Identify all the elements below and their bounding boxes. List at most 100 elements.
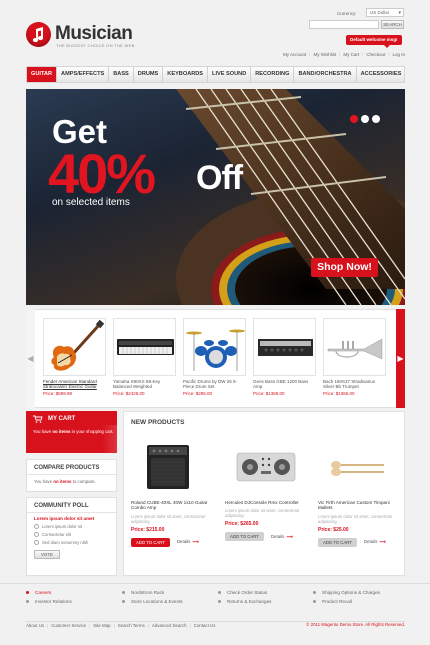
nav-item-drums[interactable]: DRUMS bbox=[134, 67, 164, 82]
logo-name[interactable]: Musician bbox=[55, 23, 133, 45]
footer-link-careers[interactable]: Careers bbox=[26, 588, 72, 597]
footer-link-returns-exchanges[interactable]: Returns & Exchanges bbox=[218, 597, 271, 606]
add-to-cart-button[interactable]: ADD TO CART bbox=[318, 537, 357, 547]
poll-option[interactable]: Lorem ipsum dolor sit bbox=[34, 524, 109, 529]
details-link[interactable]: Details ⟶ bbox=[271, 534, 293, 540]
logo-icon[interactable] bbox=[26, 22, 51, 47]
footer-link-store-locations[interactable]: Store Locations & Events bbox=[122, 597, 183, 606]
top-links: My Account | My Wishlist | My Cart | Checko… bbox=[250, 52, 405, 57]
shop-now-button[interactable]: Shop Now! bbox=[311, 258, 378, 277]
copyright: © 2011 Magento Demo Store. All Rights Re… bbox=[306, 622, 405, 627]
footer-link-check-order-status[interactable]: Check Order Status bbox=[218, 588, 271, 597]
my-wishlist-link[interactable]: My Wishlist bbox=[313, 52, 336, 57]
compare-text-part: to compare. bbox=[71, 479, 96, 484]
my-cart-body: You have no items in your shopping cart. bbox=[26, 425, 117, 453]
compare-text-bold: no items bbox=[53, 479, 72, 484]
add-to-cart-button[interactable]: ADD TO CART bbox=[225, 532, 264, 542]
arrow-right-icon: ⟶ bbox=[379, 539, 386, 545]
footer-link-shipping-options[interactable]: Shipping Options & Charges bbox=[313, 588, 380, 597]
poll-option[interactable]: Sed diam nonummy nibh bbox=[34, 540, 109, 545]
nav-item-bass[interactable]: BASS bbox=[109, 67, 134, 82]
radio-icon[interactable] bbox=[34, 532, 39, 537]
footer-link-nordstrom-rack[interactable]: Nordstrom Rack bbox=[122, 588, 183, 597]
carousel-item[interactable]: Bach 180S37 Stradivarius Silver Bb Trump… bbox=[323, 318, 386, 396]
checkout-link[interactable]: Checkout bbox=[366, 52, 385, 57]
currency-select[interactable]: US Dollar bbox=[366, 8, 404, 17]
radio-icon[interactable] bbox=[34, 524, 39, 529]
details-label: Details bbox=[363, 539, 378, 545]
nav-item-band-orchestra[interactable]: BAND/ORCHESTRA bbox=[294, 67, 357, 82]
add-to-cart-button[interactable]: ADD TO CART bbox=[131, 537, 170, 547]
bass-amp-icon[interactable] bbox=[253, 318, 316, 376]
nav-item-guitar[interactable]: GUITAR bbox=[27, 67, 58, 82]
footer-col-2: Nordstrom Rack Store Locations & Events bbox=[122, 588, 183, 606]
nav-item-recording[interactable]: RECORDING bbox=[251, 67, 295, 82]
nav-item-live-sound[interactable]: LIVE SOUND bbox=[208, 67, 252, 82]
cart-text-bold: no items bbox=[52, 429, 71, 434]
product-name[interactable]: Roland CUBE-40XL 40W 1x10 Guitar Combo A… bbox=[131, 500, 214, 511]
footer-link-investor-relations[interactable]: Investor Relations bbox=[26, 597, 72, 606]
carousel-item-price: Price: $295.00 bbox=[183, 391, 213, 397]
slide-dot-3[interactable] bbox=[372, 115, 380, 123]
compare-text-part: You have bbox=[34, 479, 54, 484]
product-name[interactable]: Hercules DJConsole Rmx Controller bbox=[225, 500, 308, 505]
product-card[interactable]: Vic Firth American Custom Timpani Mallet… bbox=[318, 435, 401, 547]
vote-button[interactable]: VOTE bbox=[34, 550, 60, 559]
carousel-item[interactable]: Gens Bass GBE 1200 Bass Amp Price: $1365… bbox=[253, 318, 316, 396]
details-link[interactable]: Details ⟶ bbox=[177, 539, 199, 545]
log-in-link[interactable]: Log In bbox=[392, 52, 405, 57]
footer-link-product-recall[interactable]: Product Recall bbox=[313, 597, 380, 606]
poll-option-label: Consectetur elit bbox=[42, 532, 72, 537]
product-actions: ADD TO CART Details ⟶ bbox=[225, 532, 308, 542]
my-cart-link[interactable]: My Cart bbox=[343, 52, 359, 57]
slide-dot-2[interactable] bbox=[361, 115, 369, 123]
footer-link-contact-us[interactable]: Contact Us bbox=[194, 623, 216, 628]
slide-dot-1[interactable] bbox=[350, 115, 358, 123]
search-button[interactable]: SEARCH bbox=[381, 20, 404, 29]
carousel-item-name[interactable]: Gens Bass GBE 1200 Bass Amp bbox=[253, 379, 316, 389]
carousel-prev-icon[interactable]: ◀ bbox=[26, 309, 35, 408]
search-input[interactable] bbox=[309, 20, 379, 29]
my-cart-header[interactable]: MY CART bbox=[26, 411, 117, 426]
details-link[interactable]: Details ⟶ bbox=[364, 539, 386, 545]
carousel-item[interactable]: Fender American Standard Stratocaster El… bbox=[43, 318, 106, 396]
carousel-item[interactable]: Pacific Drums by DW 25 5-Piece Drum Set … bbox=[183, 318, 246, 396]
carousel-item-name[interactable]: Fender American Standard Stratocaster El… bbox=[43, 379, 106, 389]
product-card[interactable]: Hercules DJConsole Rmx Controller Lorem … bbox=[225, 435, 308, 542]
dj-console-icon[interactable] bbox=[225, 435, 308, 495]
guitar-amp-icon[interactable] bbox=[131, 435, 214, 495]
nav-item-keyboards[interactable]: KEYBOARDS bbox=[163, 67, 209, 82]
carousel-item[interactable]: Yamaha S90XS 88-Key Balanced Weighted Pr… bbox=[113, 318, 176, 396]
footer-link-advanced-search[interactable]: Advanced Search bbox=[152, 623, 187, 628]
drum-set-icon[interactable] bbox=[183, 318, 246, 376]
nav-item-amps-effects[interactable]: AMPS/EFFECTS bbox=[57, 67, 110, 82]
carousel-next-icon[interactable]: ▶ bbox=[396, 309, 405, 408]
guitar-icon[interactable] bbox=[43, 318, 106, 376]
currency-label: Currency: bbox=[337, 11, 357, 16]
carousel-item-name[interactable]: Pacific Drums by DW 25 5-Piece Drum Set bbox=[183, 379, 246, 389]
radio-icon[interactable] bbox=[34, 540, 39, 545]
trumpet-icon[interactable] bbox=[323, 318, 386, 376]
carousel-item-price: Price: $2425.00 bbox=[113, 391, 145, 397]
product-name[interactable]: Vic Firth American Custom Timpani Mallet… bbox=[318, 500, 401, 511]
link-separator: | bbox=[388, 52, 390, 57]
mallets-icon[interactable] bbox=[318, 435, 401, 495]
footer-link-site-map[interactable]: Site Map bbox=[93, 623, 110, 628]
banner-subtitle: on selected items bbox=[52, 197, 130, 208]
carousel-item-name[interactable]: Bach 180S37 Stradivarius Silver Bb Trump… bbox=[323, 379, 386, 389]
hero-banner[interactable]: Get 40% Off on selected items Shop Now! bbox=[26, 89, 405, 305]
keyboard-icon[interactable] bbox=[113, 318, 176, 376]
product-card[interactable]: Roland CUBE-40XL 40W 1x10 Guitar Combo A… bbox=[131, 435, 214, 547]
footer-link-search-terms[interactable]: Search Terms bbox=[118, 623, 145, 628]
footer-link-customer-service[interactable]: Customer Service bbox=[51, 623, 86, 628]
product-price: Price: $25.00 bbox=[318, 526, 349, 533]
community-poll-block: COMMUNITY POLL Lorem ipsum dolor sit ame… bbox=[26, 497, 117, 576]
poll-option[interactable]: Consectetur elit bbox=[34, 532, 109, 537]
cart-icon bbox=[33, 415, 43, 423]
carousel-item-name[interactable]: Yamaha S90XS 88-Key Balanced Weighted bbox=[113, 379, 176, 389]
nav-item-accessories[interactable]: ACCESSORIES bbox=[357, 67, 406, 82]
link-separator: | bbox=[339, 52, 341, 57]
footer-link-about-us[interactable]: About Us bbox=[26, 623, 44, 628]
my-account-link[interactable]: My Account bbox=[283, 52, 306, 57]
product-price: Price: $215.00 bbox=[131, 526, 165, 533]
